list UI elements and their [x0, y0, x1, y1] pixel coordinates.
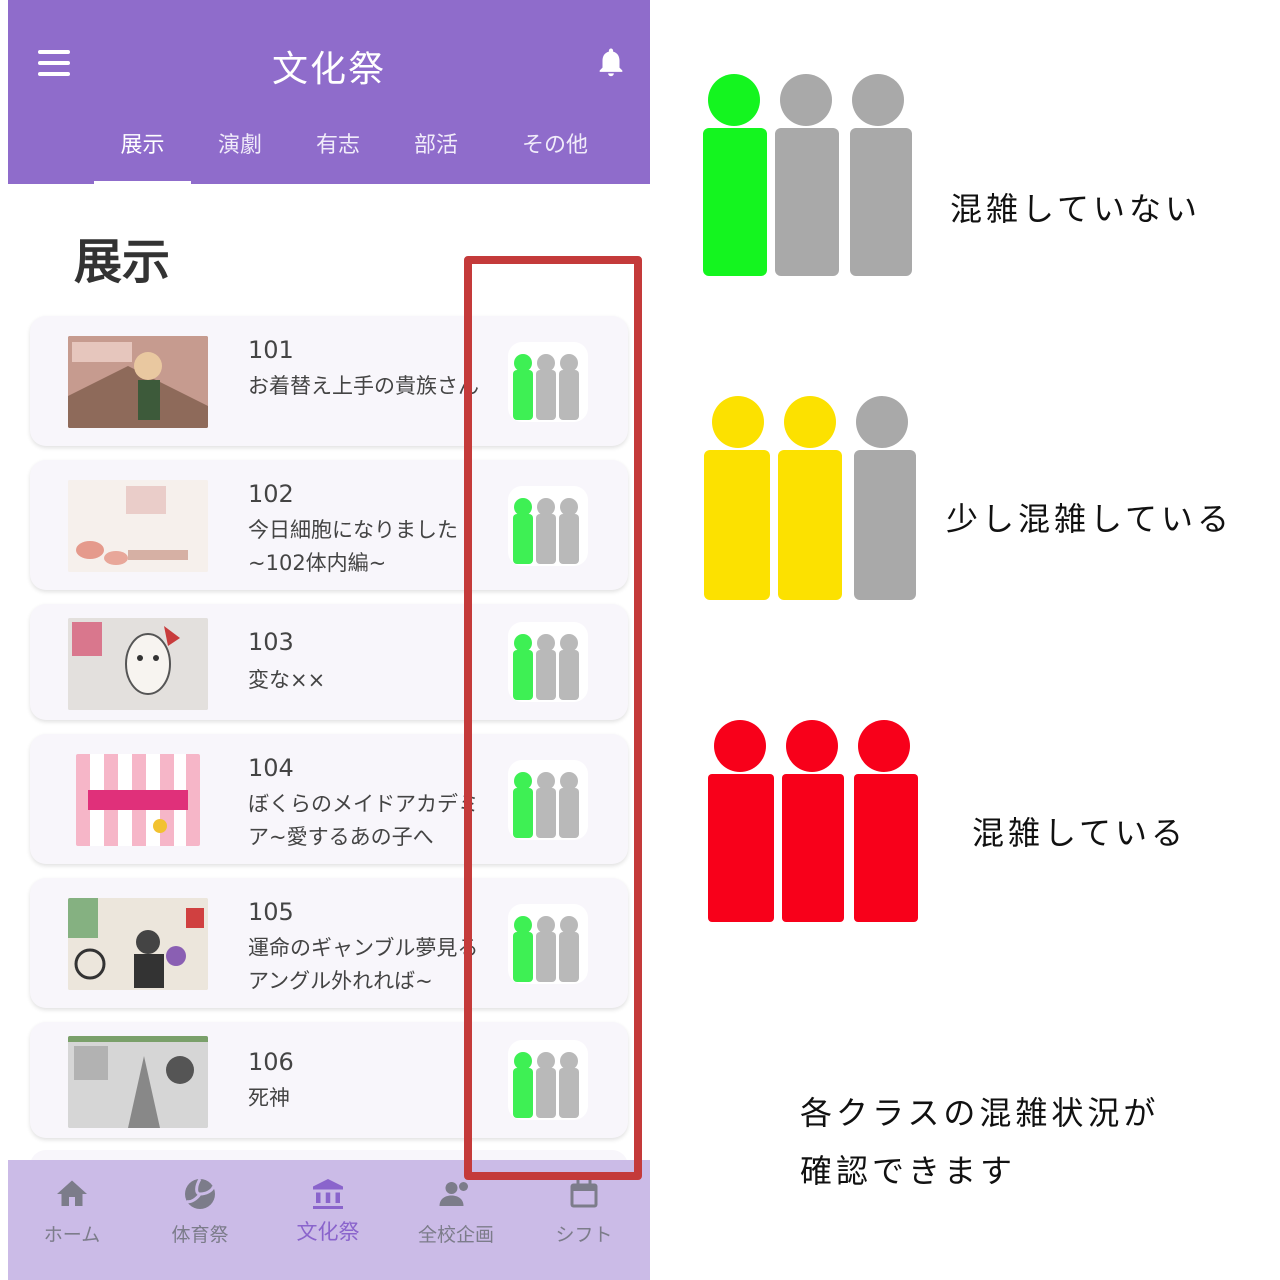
- home-icon: [57, 1180, 87, 1206]
- nav-culture-festival[interactable]: 文化祭: [264, 1160, 392, 1280]
- exhibit-name: 死神: [248, 1086, 290, 1110]
- legend-note-line1: 各クラスの混雑状況が: [800, 1094, 1160, 1132]
- nav-label: 文化祭: [296, 1220, 360, 1244]
- calendar-icon: [570, 1179, 598, 1208]
- exhibit-number: 104: [248, 754, 294, 782]
- exhibit-poster-103: [68, 618, 208, 710]
- volleyball-icon: [185, 1178, 215, 1209]
- nav-home[interactable]: ホーム: [8, 1160, 136, 1280]
- legend-label-slightly-crowded: 少し混雑している: [946, 500, 1234, 538]
- phone-screen: 文化祭 展示 演劇 有志 部活 その他 展示 101 お着替え上手の貴族さん 1…: [8, 0, 650, 1280]
- legend-slightly-crowded-figure: [704, 396, 916, 600]
- tab-volunteer[interactable]: 有志: [296, 118, 380, 184]
- tab-drama[interactable]: 演劇: [198, 118, 282, 184]
- tab-exhibit[interactable]: 展示: [94, 118, 191, 184]
- exhibit-number: 105: [248, 898, 294, 926]
- tab-other[interactable]: その他: [498, 118, 612, 184]
- exhibit-name: お着替え上手の貴族さん: [248, 374, 479, 398]
- museum-icon: [313, 1179, 343, 1209]
- nav-label: 全校企画: [417, 1224, 494, 1246]
- legend-not-crowded-figure: [703, 74, 912, 276]
- exhibit-number: 103: [248, 628, 294, 656]
- exhibit-poster-104: [76, 754, 200, 846]
- exhibit-poster-101: [68, 336, 208, 428]
- bell-icon[interactable]: [594, 44, 628, 80]
- exhibit-number: 101: [248, 336, 294, 364]
- legend-note-line2: 確認できます: [800, 1152, 1017, 1190]
- exhibit-poster-106: [68, 1036, 208, 1128]
- legend-crowded-figure: [708, 720, 918, 922]
- nav-label: シフト: [555, 1224, 613, 1246]
- exhibit-poster-105: [68, 898, 208, 990]
- exhibit-name: 変な××: [248, 668, 326, 692]
- nav-sports-festival[interactable]: 体育祭: [136, 1160, 264, 1280]
- legend-label-crowded: 混雑している: [972, 814, 1188, 852]
- exhibit-poster-102: [68, 480, 208, 572]
- exhibit-name: 運命のギャンブル夢見るアングル外れれば~: [248, 936, 479, 993]
- exhibit-name: 今日細胞になりました~102体内編~: [248, 518, 458, 575]
- exhibit-number: 102: [248, 480, 294, 508]
- nav-label: ホーム: [43, 1224, 101, 1246]
- exhibit-number: 106: [248, 1048, 294, 1076]
- section-title: 展示: [74, 234, 171, 290]
- tab-club[interactable]: 部活: [394, 118, 478, 184]
- crowd-column-highlight: [464, 256, 642, 1180]
- legend-label-not-crowded: 混雑していない: [950, 190, 1202, 228]
- exhibit-name: ぼくらのメイドアカデミア~愛するあの子へ: [248, 792, 479, 849]
- app-bar: 文化祭 展示 演劇 有志 部活 その他: [8, 0, 650, 184]
- nav-label: 体育祭: [171, 1224, 229, 1246]
- people-icon: [439, 1182, 468, 1206]
- app-title: 文化祭: [271, 49, 386, 90]
